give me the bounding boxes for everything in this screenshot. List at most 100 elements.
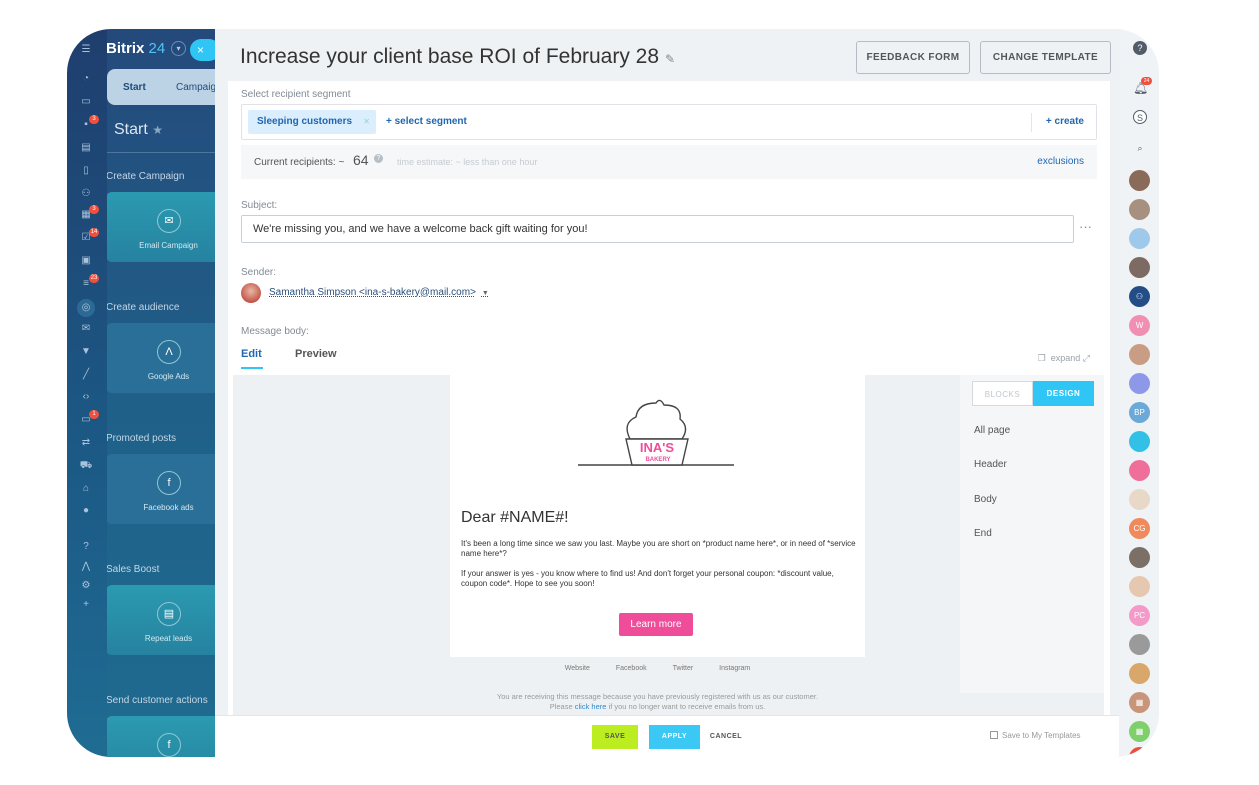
marketing-icon[interactable]: ◎ (77, 299, 95, 317)
expand-button[interactable]: ❐ expand ⤢ (1038, 353, 1090, 364)
sites-icon[interactable]: ▼ (79, 346, 93, 358)
twitter-link[interactable]: Twitter (673, 665, 694, 672)
segment-chip[interactable]: Sleeping customers ✕ (248, 110, 376, 134)
avatar[interactable] (1129, 431, 1150, 452)
avatar[interactable] (1129, 257, 1150, 278)
design-item-header[interactable]: Header (974, 459, 1007, 470)
remove-icon[interactable]: ✕ (363, 110, 370, 134)
tab-blocks[interactable]: BLOCKS (972, 381, 1033, 406)
cart-icon[interactable]: ⛟ (79, 460, 93, 472)
app-window: ☰ ◔ ▭ ▪ 3 ▤ ▯ ⚇ ▦ 3 ☑ 14 ▣ ≡ 23 ◎ ✉ ▼ ╱ … (67, 29, 1159, 757)
apply-button[interactable]: APPLY (649, 725, 700, 749)
pencil-icon[interactable]: ✎ (665, 52, 675, 66)
avatar[interactable]: W (1129, 315, 1150, 336)
google-ads-card[interactable]: Λ Google Ads (107, 323, 215, 393)
unsubscribe-link[interactable]: click here (575, 702, 607, 711)
facebook-link[interactable]: Facebook (616, 665, 647, 672)
avatar[interactable] (1129, 373, 1150, 394)
crm-icon[interactable]: ▣ (79, 255, 93, 267)
activity-icon[interactable]: ◔ (79, 73, 93, 85)
avatar[interactable] (1129, 576, 1150, 597)
sitemap-icon[interactable]: ⋀ (79, 561, 93, 573)
support-icon[interactable]: S (1133, 110, 1147, 124)
envelope-icon: ✉ (157, 209, 181, 233)
email-campaign-card[interactable]: ✉ Email Campaign (107, 192, 215, 262)
brand-logo[interactable]: Bitrix 24 (107, 40, 165, 57)
tab-design[interactable]: DESIGN (1033, 381, 1094, 406)
help-icon[interactable]: ? (1133, 41, 1147, 55)
repeat-leads-card[interactable]: ▤ Repeat leads (107, 585, 215, 655)
body-label: Message body: (241, 326, 309, 337)
cancel-button[interactable]: CANCEL (707, 725, 745, 749)
avatar[interactable] (1129, 170, 1150, 191)
help-icon[interactable]: ? (79, 541, 93, 553)
brand-suffix: 24 (148, 40, 166, 57)
avatar[interactable]: BP (1129, 402, 1150, 423)
facebook-ads-card[interactable]: f Facebook ads (107, 454, 215, 524)
help-icon[interactable]: ? (374, 154, 383, 163)
avatar[interactable] (1129, 228, 1150, 249)
settings-icon[interactable]: ⚙ (79, 580, 93, 592)
inbox-icon[interactable]: ▭ (79, 96, 93, 108)
page-title-text: Increase your client base ROI of Februar… (240, 45, 660, 68)
sender-select[interactable]: Samantha Simpson <ina-s-bakery@mail.com>… (269, 287, 489, 298)
right-rail: ? 🔔︎ 24 S ⌕ ⚇ W BP CG PC ▦ ▦ (1119, 29, 1159, 757)
calendar-icon[interactable]: ▦ (1129, 721, 1150, 742)
more-icon[interactable]: ··· (1079, 219, 1092, 234)
add-icon[interactable]: + (79, 599, 93, 611)
code-icon[interactable]: ‹› (79, 391, 93, 403)
avatar[interactable] (1129, 663, 1150, 684)
design-item-all-page[interactable]: All page (974, 425, 1010, 436)
exclusions-link[interactable]: exclusions (1037, 156, 1084, 167)
check-circle-icon[interactable]: ● (79, 505, 93, 517)
avatar (241, 283, 261, 303)
automation-icon[interactable]: ⇄ (79, 437, 93, 449)
instagram-link[interactable]: Instagram (719, 665, 750, 672)
menu-icon[interactable]: ☰ (79, 44, 93, 56)
avatar[interactable] (1129, 747, 1150, 757)
sender-value: Samantha Simpson <ina-s-bakery@mail.com> (269, 287, 476, 298)
save-button[interactable]: SAVE (592, 725, 638, 749)
building-icon[interactable]: ⌂ (79, 483, 93, 495)
avatar[interactable]: CG (1129, 518, 1150, 539)
chevron-down-icon[interactable]: ▾ (171, 41, 186, 56)
avatar[interactable] (1129, 199, 1150, 220)
website-link[interactable]: Website (565, 665, 590, 672)
tab-preview[interactable]: Preview (295, 348, 337, 360)
tab-campaigns[interactable]: Campaig (176, 82, 215, 93)
create-segment-link[interactable]: + create (1046, 116, 1084, 127)
design-item-end[interactable]: End (974, 528, 992, 539)
avatar[interactable]: PC (1129, 605, 1150, 626)
tab-edit[interactable]: Edit (241, 348, 262, 360)
learn-more-button[interactable]: Learn more (619, 613, 693, 636)
avatar[interactable] (1129, 634, 1150, 655)
contacts-icon[interactable]: ⚇ (79, 188, 93, 200)
mail-icon[interactable]: ✉ (79, 323, 93, 335)
tab-start[interactable]: Start (123, 82, 146, 93)
drive-icon[interactable]: ▤ (79, 142, 93, 154)
avatar[interactable] (1129, 489, 1150, 510)
group-chat-icon[interactable]: ⚇ (1129, 286, 1150, 307)
avatar[interactable] (1129, 460, 1150, 481)
chat-badge: 3 (89, 115, 99, 124)
document-icon[interactable]: ▯ (79, 165, 93, 177)
left-icon-rail: ☰ ◔ ▭ ▪ 3 ▤ ▯ ⚇ ▦ 3 ☑ 14 ▣ ≡ 23 ◎ ✉ ▼ ╱ … (67, 29, 107, 757)
section-heading: Create Campaign (107, 171, 185, 182)
avatar[interactable] (1129, 547, 1150, 568)
segment-label: Select recipient segment (241, 89, 351, 100)
subject-input[interactable]: We're missing you, and we have a welcome… (241, 215, 1074, 243)
select-segment-link[interactable]: + select segment (386, 116, 467, 127)
save-template-checkbox[interactable]: Save to My Templates (990, 731, 1081, 740)
change-template-button[interactable]: CHANGE TEMPLATE (980, 41, 1111, 74)
calendar-icon[interactable]: ▦ (1129, 692, 1150, 713)
search-icon[interactable]: ⌕ (1133, 141, 1147, 155)
star-icon[interactable]: ★ (152, 123, 163, 137)
close-panel-button[interactable]: × (190, 39, 215, 61)
design-item-body[interactable]: Body (974, 494, 997, 505)
checkbox-icon (990, 731, 998, 739)
panel-tabs: Start Campaig (107, 69, 215, 105)
feedback-form-button[interactable]: FEEDBACK FORM (856, 41, 970, 74)
analytics-icon[interactable]: ╱ (79, 369, 93, 381)
avatar[interactable] (1129, 344, 1150, 365)
customer-actions-card[interactable]: f (107, 716, 215, 757)
